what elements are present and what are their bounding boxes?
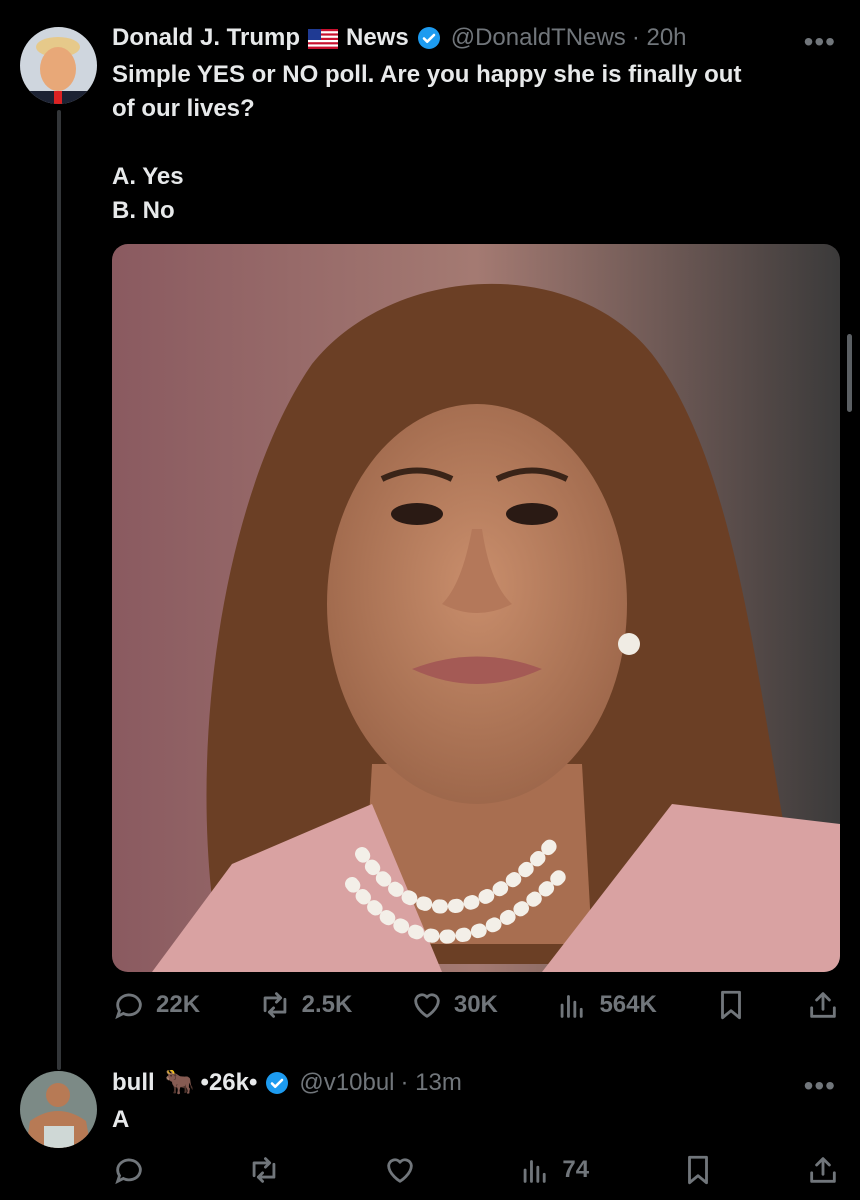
reply-author-suffix[interactable]: •26k•	[201, 1069, 258, 1097]
author-handle[interactable]: @DonaldTNews	[451, 24, 626, 52]
tweet-text: Simple YES or NO poll. Are you happy she…	[112, 58, 741, 228]
reply-time[interactable]: · 13m	[401, 1069, 462, 1097]
repost-count: 2.5K	[301, 991, 353, 1018]
tweet-text-line	[112, 126, 741, 160]
reply-like-button[interactable]	[383, 1153, 427, 1187]
more-options-icon[interactable]: •••	[804, 26, 836, 58]
author-avatar[interactable]	[20, 27, 97, 104]
share-icon	[810, 1157, 836, 1183]
tweet-text-line: A. Yes	[112, 163, 184, 190]
reply-icon	[115, 993, 142, 1020]
views-icon	[561, 995, 584, 1018]
reply-text: A	[112, 1106, 130, 1133]
reply-count: 22K	[156, 991, 201, 1018]
tweet-header: Donald J. Trump News @DonaldTNews · 20h	[112, 24, 687, 52]
reply-header: bull 🐂 •26k• @v10bul · 13m	[112, 1068, 462, 1097]
avatar-image	[20, 27, 97, 104]
reply-more-options-icon[interactable]: •••	[804, 1070, 836, 1102]
reply-avatar-image	[20, 1071, 97, 1148]
reply-repost-button[interactable]	[247, 1153, 291, 1187]
tweet-time[interactable]: · 20h	[632, 24, 687, 52]
tweet-text-line: B. No	[112, 197, 175, 224]
reply-reply-button[interactable]	[112, 1153, 156, 1187]
reply-views-count: 74	[562, 1156, 590, 1183]
reply-share-button[interactable]	[806, 1153, 840, 1187]
photo-portrait	[112, 244, 840, 972]
reply-icon	[115, 1158, 142, 1185]
tweet-text-line: of our lives?	[112, 95, 255, 122]
reply-author-name[interactable]: bull	[112, 1069, 155, 1097]
like-button[interactable]: 30K	[410, 988, 498, 1022]
bookmark-button[interactable]	[714, 988, 748, 1022]
verified-badge-icon	[265, 1071, 289, 1095]
tweet-photo[interactable]	[112, 244, 840, 972]
repost-button[interactable]: 2.5K	[258, 988, 353, 1022]
heart-icon	[387, 1158, 413, 1183]
reply-author-handle[interactable]: @v10bul	[299, 1069, 394, 1097]
reply-button[interactable]: 22K	[112, 988, 200, 1022]
us-flag-icon	[308, 28, 339, 49]
views-icon	[524, 1160, 546, 1183]
author-name-suffix[interactable]: News	[346, 24, 409, 52]
views-count: 564K	[599, 991, 657, 1018]
repost-icon	[263, 992, 286, 1018]
reply-views-button[interactable]: 74	[518, 1153, 589, 1187]
reply-author-avatar[interactable]	[20, 1071, 97, 1148]
bookmark-icon	[721, 990, 742, 1020]
like-count: 30K	[453, 991, 498, 1018]
tweet-actions: 22K 2.5K 30K 564K	[112, 988, 840, 1022]
tweet-text-line: Simple YES or NO poll. Are you happy she…	[112, 61, 742, 88]
heart-icon	[414, 993, 440, 1018]
thread-line	[57, 110, 61, 1070]
verified-badge-icon	[417, 26, 441, 50]
bookmark-icon	[687, 1155, 708, 1185]
repost-icon	[253, 1157, 276, 1183]
share-icon	[810, 992, 836, 1018]
scrollbar[interactable]	[847, 334, 852, 412]
reply-bookmark-button[interactable]	[681, 1153, 715, 1187]
ox-emoji-icon: 🐂	[164, 1069, 195, 1096]
reply-actions: 74	[112, 1153, 840, 1187]
share-button[interactable]	[806, 988, 840, 1022]
author-name[interactable]: Donald J. Trump	[112, 24, 300, 52]
views-button[interactable]: 564K	[555, 988, 657, 1022]
